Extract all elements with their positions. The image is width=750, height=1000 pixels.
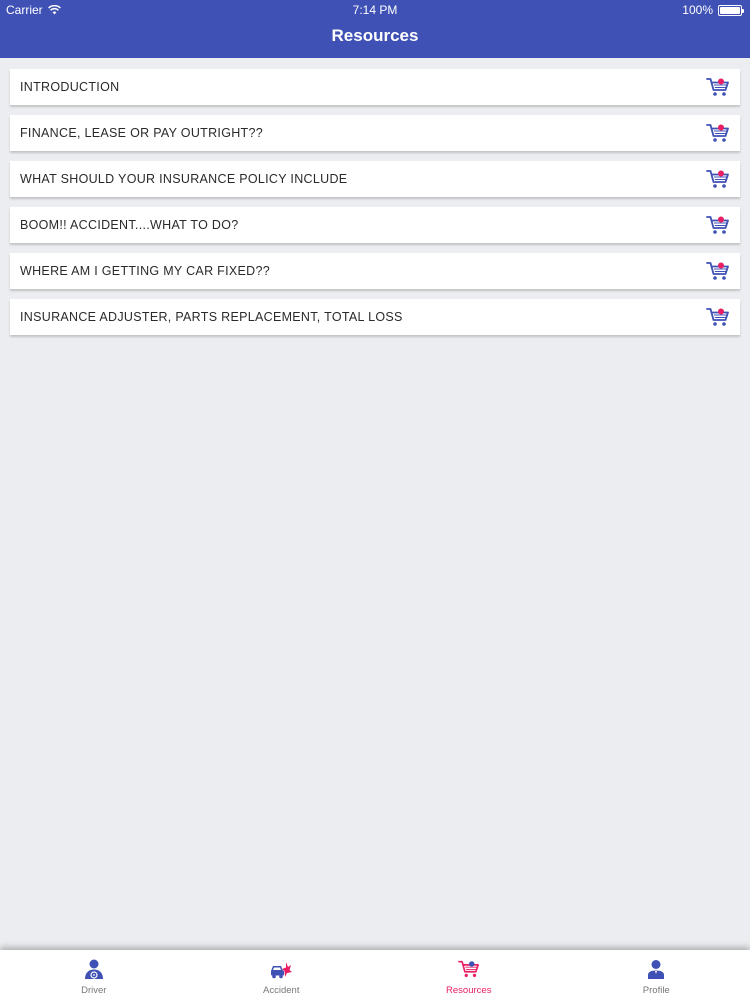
tab-resources[interactable]: Resources: [375, 950, 563, 1000]
cart-icon: [457, 960, 479, 978]
list-item-label: WHERE AM I GETTING MY CAR FIXED??: [20, 264, 270, 278]
cart-icon: [706, 170, 729, 188]
list-item-label: INTRODUCTION: [20, 80, 120, 94]
page-title: Resources: [331, 26, 419, 45]
tab-accident[interactable]: Accident: [188, 950, 376, 1000]
list-item[interactable]: WHAT SHOULD YOUR INSURANCE POLICY INCLUD…: [10, 161, 740, 197]
status-bar: Carrier 7:14 PM 100%: [0, 0, 750, 20]
accident-car-icon: [271, 962, 293, 979]
tab-label: Profile: [642, 985, 670, 996]
tab-label: Driver: [81, 985, 107, 996]
status-time: 7:14 PM: [352, 3, 398, 17]
cart-icon: [706, 216, 729, 234]
battery-percent: 100%: [682, 3, 713, 17]
tab-label: Accident: [263, 985, 300, 996]
cart-icon: [706, 124, 729, 142]
list-item-label: INSURANCE ADJUSTER, PARTS REPLACEMENT, T…: [20, 310, 403, 324]
list-item[interactable]: WHERE AM I GETTING MY CAR FIXED??: [10, 253, 740, 289]
app-screen: Carrier 7:14 PM 100% Resources INTRODUCT…: [0, 0, 750, 1000]
driver-icon: [84, 959, 103, 979]
battery-icon: [718, 4, 744, 16]
profile-icon: [648, 960, 665, 979]
list-item-label: FINANCE, LEASE OR PAY OUTRIGHT??: [20, 126, 263, 140]
list-item-label: WHAT SHOULD YOUR INSURANCE POLICY INCLUD…: [20, 172, 348, 186]
list-item[interactable]: INTRODUCTION: [10, 69, 740, 105]
list-item[interactable]: BOOM!! ACCIDENT....WHAT TO DO?: [10, 207, 740, 243]
tab-driver[interactable]: Driver: [0, 950, 188, 1000]
list-item[interactable]: INSURANCE ADJUSTER, PARTS REPLACEMENT, T…: [10, 299, 740, 335]
header-bar: Carrier 7:14 PM 100% Resources: [0, 0, 750, 58]
tab-profile[interactable]: Profile: [563, 950, 750, 1000]
resources-list: INTRODUCTION FINANCE, LEASE OR PAY OUTRI…: [10, 69, 740, 335]
cart-icon: [706, 308, 729, 326]
tab-label: Resources: [446, 985, 492, 996]
list-item-label: BOOM!! ACCIDENT....WHAT TO DO?: [20, 218, 239, 232]
cart-icon: [706, 262, 729, 280]
list-item[interactable]: FINANCE, LEASE OR PAY OUTRIGHT??: [10, 115, 740, 151]
tab-bar: Driver Accident Resources Profile: [0, 950, 750, 1000]
cart-icon: [706, 78, 729, 96]
status-battery: 100%: [682, 3, 744, 17]
